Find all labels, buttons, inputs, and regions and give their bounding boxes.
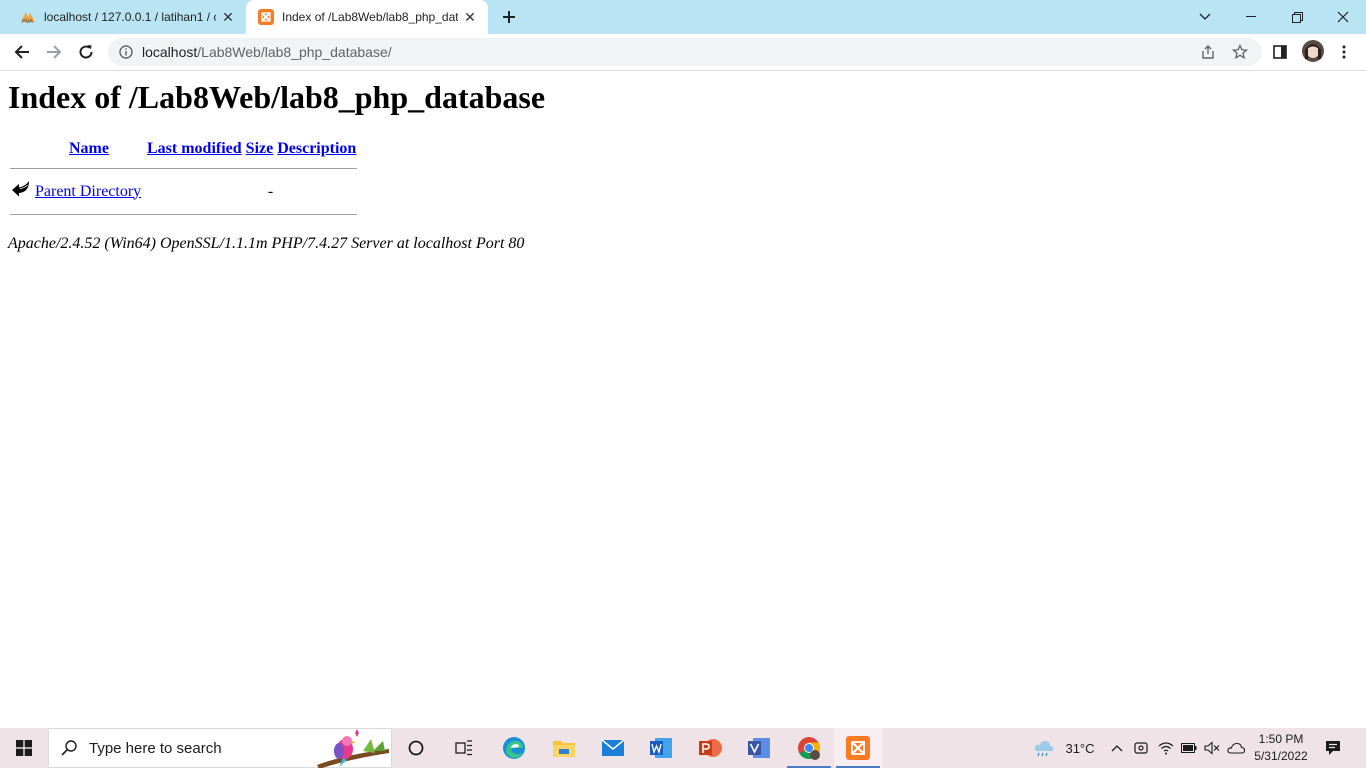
new-tab-button[interactable] bbox=[497, 5, 521, 29]
phpmyadmin-icon: PMA bbox=[20, 9, 36, 25]
restore-button[interactable] bbox=[1274, 0, 1320, 34]
table-header-row: Name Last modified Size Description bbox=[10, 139, 357, 159]
url-text[interactable]: localhost/Lab8Web/lab8_php_database/ bbox=[142, 44, 392, 60]
tab-index-of[interactable]: Index of /Lab8Web/lab8_php_dat ✕ bbox=[246, 0, 488, 34]
search-highlight-bird-icon bbox=[313, 729, 391, 768]
forward-button[interactable] bbox=[42, 40, 66, 64]
chevron-up-icon bbox=[1111, 745, 1123, 752]
icon-column-header bbox=[10, 139, 32, 159]
taskbar-powerpoint[interactable] bbox=[686, 728, 734, 768]
show-hidden-icons-button[interactable] bbox=[1108, 728, 1126, 768]
share-icon[interactable] bbox=[1196, 40, 1220, 64]
parent-directory-link[interactable]: Parent Directory bbox=[35, 183, 141, 200]
visio-icon bbox=[748, 738, 770, 758]
arrow-right-icon bbox=[47, 45, 62, 59]
tab-search-button[interactable] bbox=[1182, 0, 1228, 34]
chevron-down-icon bbox=[1199, 13, 1211, 20]
meet-now-icon[interactable] bbox=[1131, 728, 1151, 768]
svg-text:PMA: PMA bbox=[22, 19, 34, 24]
taskbar-word[interactable] bbox=[637, 728, 685, 768]
table-row: Parent Directory - bbox=[10, 178, 357, 205]
wifi-icon[interactable] bbox=[1155, 728, 1177, 768]
separator-row bbox=[10, 161, 358, 176]
word-icon bbox=[650, 738, 672, 758]
info-icon[interactable] bbox=[118, 44, 134, 60]
powerpoint-icon bbox=[699, 739, 722, 757]
taskbar-file-explorer[interactable] bbox=[540, 728, 588, 768]
tab-phpmyadmin[interactable]: PMA localhost / 127.0.0.1 / latihan1 / c… bbox=[8, 0, 246, 34]
weather-temperature[interactable]: 31°C bbox=[1060, 728, 1100, 768]
chrome-icon bbox=[798, 737, 820, 760]
sort-by-size-link[interactable]: Size bbox=[246, 140, 274, 157]
cortana-button[interactable] bbox=[392, 728, 440, 768]
sort-by-description-link[interactable]: Description bbox=[277, 140, 356, 157]
reload-button[interactable] bbox=[74, 40, 98, 64]
minimize-icon bbox=[1246, 16, 1256, 17]
server-signature: Apache/2.4.52 (Win64) OpenSSL/1.1.1m PHP… bbox=[8, 235, 525, 252]
task-view-button[interactable] bbox=[440, 728, 488, 768]
side-panel-button[interactable] bbox=[1268, 40, 1292, 64]
description-cell bbox=[276, 178, 357, 205]
side-panel-icon bbox=[1273, 45, 1287, 59]
tab-title: localhost / 127.0.0.1 / latihan1 / c bbox=[44, 10, 216, 24]
profile-avatar[interactable] bbox=[1302, 40, 1324, 62]
page-title: Index of /Lab8Web/lab8_php_database bbox=[8, 79, 546, 115]
back-button[interactable] bbox=[10, 40, 34, 64]
tab-title: Index of /Lab8Web/lab8_php_dat bbox=[282, 10, 458, 24]
volume-muted-icon[interactable] bbox=[1202, 728, 1222, 768]
divider bbox=[10, 214, 358, 215]
url-path: /Lab8Web/lab8_php_database/ bbox=[197, 44, 392, 60]
battery-icon[interactable] bbox=[1179, 728, 1199, 768]
mail-icon bbox=[601, 739, 625, 756]
separator-row bbox=[10, 207, 358, 222]
address-bar[interactable]: localhost/Lab8Web/lab8_php_database/ bbox=[108, 38, 1262, 66]
directory-listing-table: Name Last modified Size Description Pare… bbox=[8, 137, 359, 224]
start-button[interactable] bbox=[0, 728, 48, 768]
clock-time: 1:50 PM bbox=[1258, 732, 1304, 746]
browser-toolbar: localhost/Lab8Web/lab8_php_database/ bbox=[0, 34, 1366, 71]
close-icon[interactable]: ✕ bbox=[458, 5, 482, 29]
back-arrow-icon bbox=[11, 181, 31, 203]
plus-icon bbox=[503, 11, 515, 23]
xampp-icon bbox=[258, 9, 274, 25]
cortana-icon bbox=[408, 740, 424, 756]
last-modified-cell bbox=[146, 178, 243, 205]
windows-taskbar: Type here to search 31°C 1:50 PM 5/31/20… bbox=[0, 728, 1366, 768]
xampp-icon bbox=[846, 736, 870, 760]
clock-date: 5/31/2022 bbox=[1254, 749, 1308, 763]
reload-icon bbox=[79, 45, 93, 59]
edge-icon bbox=[503, 737, 525, 759]
close-icon[interactable]: ✕ bbox=[216, 5, 240, 29]
weather-icon[interactable] bbox=[1030, 728, 1058, 768]
taskbar-chrome[interactable] bbox=[785, 728, 833, 768]
close-window-button[interactable] bbox=[1320, 0, 1366, 34]
system-clock[interactable]: 1:50 PM 5/31/2022 bbox=[1244, 731, 1318, 765]
bookmark-star-icon[interactable] bbox=[1228, 40, 1252, 64]
taskbar-edge[interactable] bbox=[490, 728, 538, 768]
close-icon bbox=[1337, 11, 1349, 23]
kebab-menu-icon bbox=[1342, 45, 1346, 59]
search-icon bbox=[49, 740, 89, 756]
divider bbox=[10, 168, 358, 169]
file-explorer-icon bbox=[553, 741, 575, 757]
arrow-left-icon bbox=[14, 45, 29, 59]
browser-tab-strip: PMA localhost / 127.0.0.1 / latihan1 / c… bbox=[0, 0, 1366, 34]
sort-by-name-link[interactable]: Name bbox=[69, 140, 109, 157]
taskbar-visio[interactable] bbox=[735, 728, 783, 768]
page-content: Index of /Lab8Web/lab8_php_database Name… bbox=[0, 71, 1366, 728]
minimize-button[interactable] bbox=[1228, 0, 1274, 34]
search-placeholder: Type here to search bbox=[89, 739, 222, 757]
taskbar-search-box[interactable]: Type here to search bbox=[48, 728, 392, 768]
size-cell: - bbox=[267, 182, 274, 200]
taskbar-xampp[interactable] bbox=[834, 728, 882, 768]
task-view-icon bbox=[455, 740, 472, 756]
notifications-icon[interactable] bbox=[1318, 728, 1348, 768]
menu-button[interactable] bbox=[1332, 40, 1356, 64]
sort-by-last-modified-link[interactable]: Last modified bbox=[147, 140, 242, 157]
windows-logo-icon bbox=[16, 740, 32, 756]
taskbar-mail[interactable] bbox=[589, 728, 637, 768]
restore-icon bbox=[1291, 11, 1303, 23]
url-host: localhost bbox=[142, 44, 198, 60]
